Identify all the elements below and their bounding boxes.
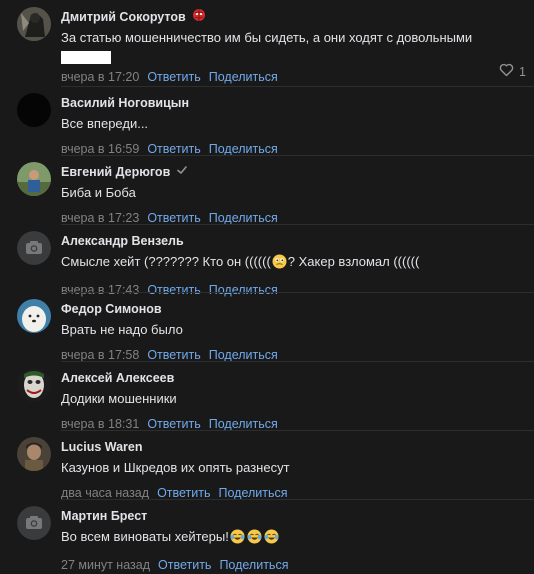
spider-icon [192, 8, 206, 27]
share-button[interactable]: Поделиться [209, 142, 278, 156]
comment-text: Биба и Боба [61, 185, 136, 200]
comment-item: Lucius Waren Казунов и Шкредов их опять … [0, 437, 534, 502]
reply-button[interactable]: Ответить [147, 142, 200, 156]
avatar[interactable] [17, 437, 51, 471]
tears-of-joy-emoji [264, 529, 279, 548]
comment-item: Евгений Дерюгов Биба и Боба вчера в 17:2… [0, 162, 534, 227]
comment-text: Все впереди... [61, 116, 149, 131]
reply-button[interactable]: Ответить [147, 348, 200, 362]
comment-item: Мартин Брест Во всем виноваты хейтеры! 2… [0, 506, 534, 574]
avatar[interactable] [17, 7, 51, 41]
reply-button[interactable]: Ответить [147, 417, 200, 431]
camera-placeholder-icon[interactable] [17, 506, 51, 540]
comment-item: Дмитрий Сокорутов За статью мошенничеств… [0, 7, 534, 86]
reply-button[interactable]: Ответить [147, 283, 200, 297]
reply-button[interactable]: Ответить [157, 486, 210, 500]
divider [61, 86, 534, 87]
share-button[interactable]: Поделиться [219, 558, 288, 572]
avatar[interactable] [17, 368, 51, 402]
tears-of-joy-emoji [247, 529, 262, 548]
divider [61, 155, 534, 156]
share-button[interactable]: Поделиться [209, 70, 278, 84]
divider [61, 224, 534, 225]
comment-time[interactable]: вчера в 17:20 [61, 70, 139, 84]
comment-time[interactable]: вчера в 17:43 [61, 283, 139, 297]
author-name[interactable]: Федор Симонов [61, 302, 162, 316]
verified-check-icon [176, 163, 188, 181]
share-button[interactable]: Поделиться [209, 211, 278, 225]
comment-text: Додики мошенники [61, 391, 177, 406]
comment-time[interactable]: 27 минут назад [61, 558, 150, 572]
reply-button[interactable]: Ответить [147, 70, 200, 84]
share-button[interactable]: Поделиться [219, 486, 288, 500]
comment-item: Александр Вензель Смысле хейт (??????? К… [0, 231, 534, 299]
comment-item: Федор Симонов Врать не надо было вчера в… [0, 299, 534, 364]
author-name[interactable]: Александр Вензель [61, 234, 184, 248]
author-name[interactable]: Алексей Алексеев [61, 371, 174, 385]
avatar[interactable] [17, 162, 51, 196]
divider [61, 499, 534, 500]
comment-text: Врать не надо было [61, 322, 183, 337]
share-button[interactable]: Поделиться [209, 283, 278, 297]
reply-button[interactable]: Ответить [158, 558, 211, 572]
comments-feed: Дмитрий Сокорутов За статью мошенничеств… [0, 0, 534, 572]
author-name[interactable]: Евгений Дерюгов [61, 165, 170, 179]
heart-icon [499, 63, 514, 80]
divider [61, 430, 534, 431]
author-name[interactable]: Lucius Waren [61, 440, 143, 454]
comment-time[interactable]: вчера в 17:23 [61, 211, 139, 225]
reply-button[interactable]: Ответить [147, 211, 200, 225]
divider [61, 361, 534, 362]
share-button[interactable]: Поделиться [209, 417, 278, 431]
comment-text: Во всем виноваты хейтеры! [61, 528, 534, 548]
avatar[interactable] [17, 299, 51, 333]
comment-text: Смысле хейт (??????? Кто он ((((((? Хаке… [61, 253, 534, 273]
comment-time[interactable]: вчера в 16:59 [61, 142, 139, 156]
like-button[interactable]: 1 [499, 63, 526, 80]
camera-placeholder-icon[interactable] [17, 231, 51, 265]
author-name[interactable]: Мартин Брест [61, 509, 147, 523]
like-count: 1 [519, 64, 526, 79]
comment-time[interactable]: два часа назад [61, 486, 149, 500]
comment-time[interactable]: вчера в 18:31 [61, 417, 139, 431]
tears-of-joy-emoji [230, 529, 245, 548]
share-button[interactable]: Поделиться [209, 348, 278, 362]
comment-item: Василий Ноговицын Все впереди... вчера в… [0, 93, 534, 158]
divider [61, 292, 534, 293]
comment-text: За статью мошенничество им бы сидеть, а … [61, 30, 473, 45]
comment-text: Казунов и Шкредов их опять разнесут [61, 460, 290, 475]
author-name[interactable]: Дмитрий Сокорутов [61, 10, 186, 24]
author-name[interactable]: Василий Ноговицын [61, 96, 189, 110]
redacted-block [61, 51, 111, 64]
avatar[interactable] [17, 93, 51, 127]
thinking-face-emoji [272, 254, 287, 273]
comment-item: Алексей Алексеев Додики мошенники вчера … [0, 368, 534, 433]
comment-time[interactable]: вчера в 17:58 [61, 348, 139, 362]
